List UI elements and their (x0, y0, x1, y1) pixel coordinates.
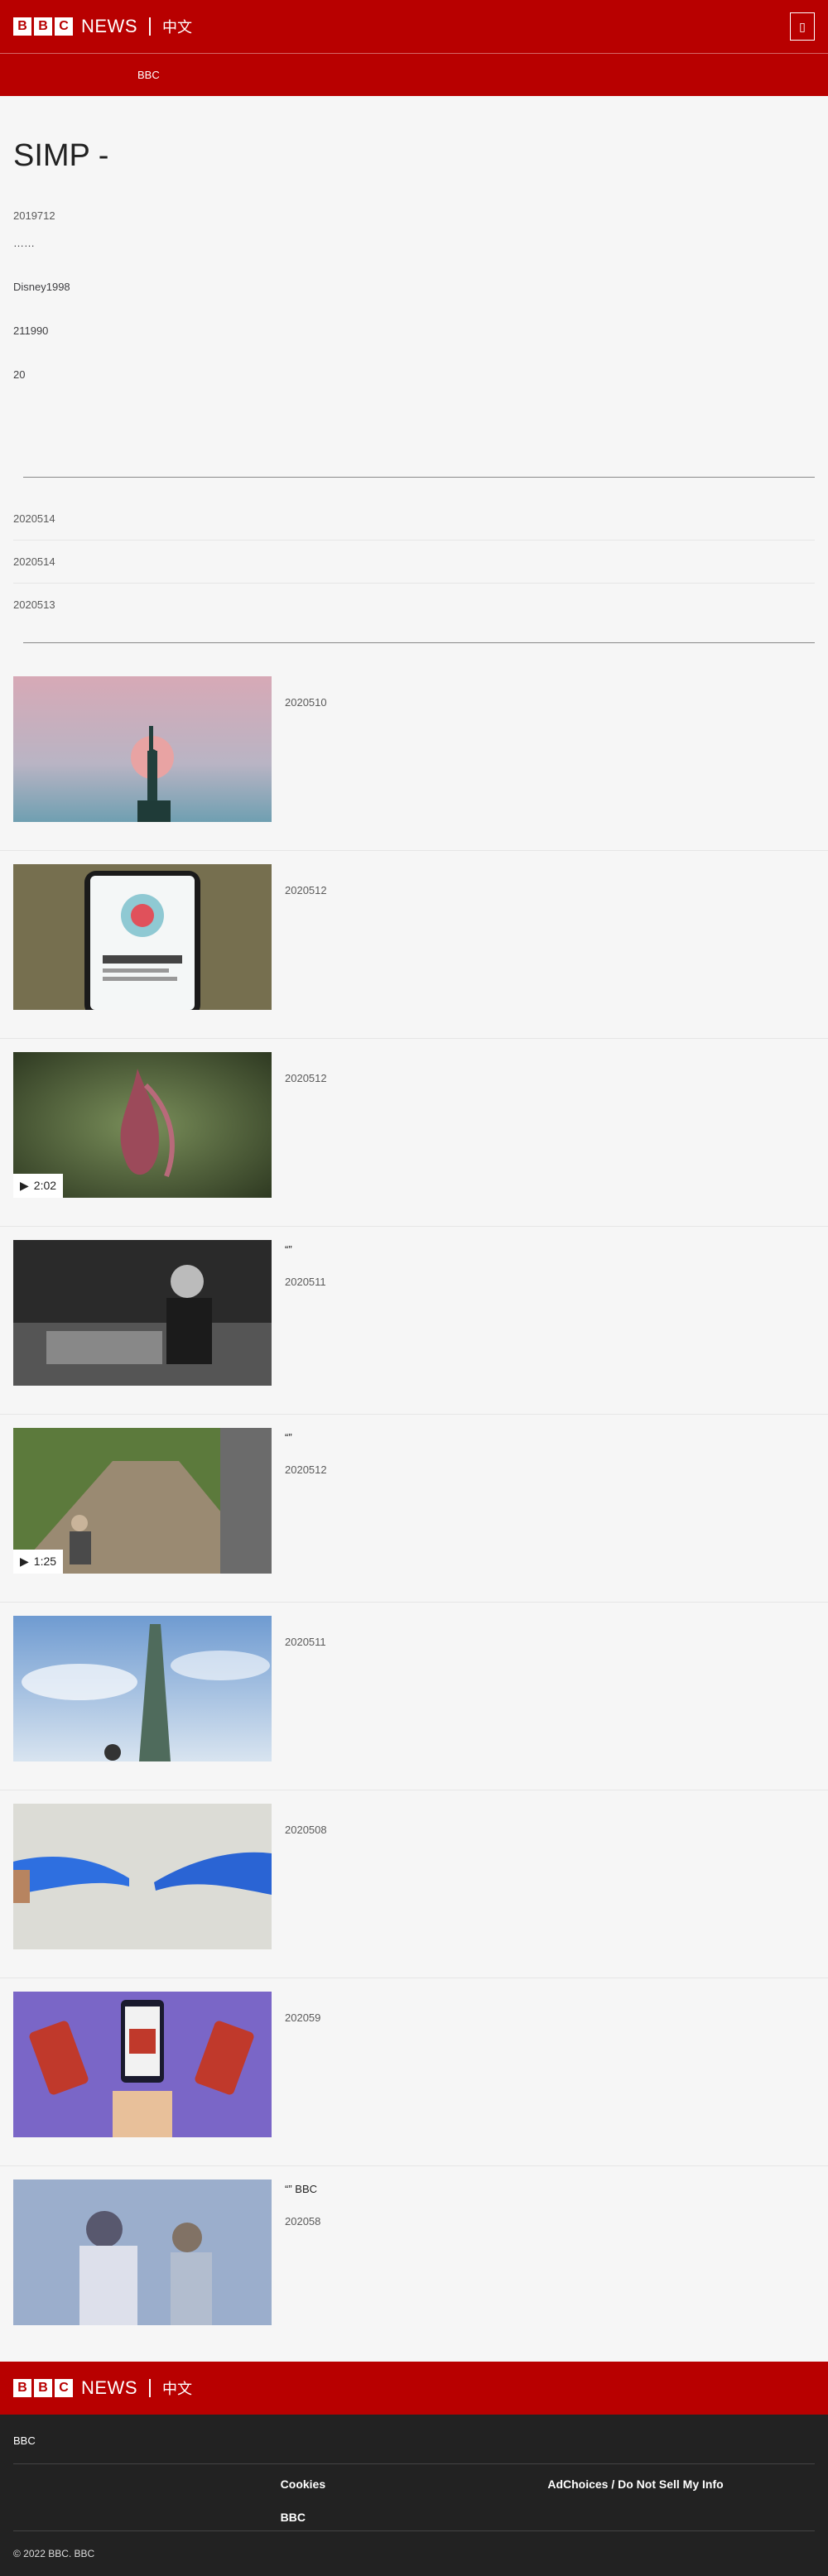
footer-link[interactable] (13, 2477, 281, 2491)
section-header (0, 626, 828, 663)
article-title: SIMP - (13, 138, 109, 173)
footer-link-adchoices[interactable]: AdChoices / Do Not Sell My Info (547, 2477, 815, 2491)
list-item-date: 2020514 (13, 512, 55, 525)
logo-letter: C (55, 2378, 73, 2397)
section-rule (23, 476, 815, 478)
video-duration-badge[interactable]: ▶ 1:25 (13, 1549, 64, 1574)
main-navigation: BBC (0, 53, 828, 96)
brand-divider (149, 17, 151, 36)
coronavirus-phone-image[interactable] (13, 863, 272, 1010)
footer-link[interactable] (13, 2511, 281, 2524)
footer-links: Cookies AdChoices / Do Not Sell My Info … (13, 2464, 815, 2531)
top-bar: B B C NEWS 中文 ▯ (0, 0, 828, 53)
brand-language: 中文 (162, 2380, 192, 2397)
footer-brand-bar: B B C NEWS 中文 (0, 2361, 828, 2415)
article-paragraph: 211990 (13, 324, 49, 337)
features-section: 2020510 2020512 ▶ 2:02 2020512 “” 202051… (0, 626, 828, 2353)
footer-link-about-bbc[interactable]: BBC (281, 2511, 548, 2524)
bbc-blocks-logo: B B C (13, 17, 73, 36)
feature-date: 202059 (285, 2011, 321, 2024)
crowd-blur-image[interactable] (13, 2179, 272, 2325)
feature-title[interactable]: “” (285, 1243, 326, 1256)
logo-letter: B (13, 2378, 31, 2397)
feature-card[interactable]: 202059 (0, 1978, 828, 2166)
feature-card[interactable]: 2020511 (0, 1603, 828, 1790)
nav-item[interactable]: BBC (137, 69, 160, 81)
video-duration: 1:25 (33, 1555, 57, 1569)
logo-letter: C (55, 17, 73, 36)
article: SIMP - 2019712 …… Disney1998 211990 20 (0, 96, 828, 444)
list-item-date: 2020513 (13, 598, 55, 611)
article-paragraph: …… (13, 237, 35, 250)
footer-link-cookies[interactable]: Cookies (281, 2477, 548, 2491)
feature-date: 2020508 (285, 1823, 327, 1836)
logo-letter: B (34, 2378, 52, 2397)
feature-card[interactable]: ▶ 2:02 2020512 (0, 1039, 828, 1227)
phones-illustration-image[interactable] (13, 1991, 272, 2137)
feature-card[interactable]: 2020510 (0, 663, 828, 851)
gloved-hands-image[interactable] (13, 1803, 272, 1949)
section-rule (23, 642, 815, 643)
bbc-news-logo[interactable]: B B C NEWS 中文 (13, 16, 192, 37)
feature-date: 2020512 (285, 883, 327, 896)
list-item[interactable]: 2020514 (13, 497, 815, 541)
motorcycle-road-image[interactable]: ▶ 1:25 (13, 1427, 272, 1574)
video-duration: 2:02 (33, 1179, 57, 1193)
feature-date: 2020511 (285, 1635, 326, 1648)
feature-date: 202058 (285, 2214, 321, 2228)
statue-of-liberty-image[interactable] (13, 675, 272, 822)
video-duration-badge[interactable]: ▶ 2:02 (13, 1173, 64, 1198)
feature-date: 2020512 (285, 1071, 327, 1084)
feature-card[interactable]: 2020508 (0, 1790, 828, 1978)
brand-divider (149, 2378, 151, 2397)
list-item[interactable]: 2020514 (13, 541, 815, 584)
article-paragraph: Disney1998 (13, 281, 70, 294)
feature-card[interactable]: 2020512 (0, 851, 828, 1039)
article-paragraph: 20 (13, 368, 26, 381)
footer: BBC Cookies AdChoices / Do Not Sell My I… (0, 2414, 828, 2576)
feature-title[interactable]: “” (285, 1431, 327, 1444)
list-item-date: 2020514 (13, 555, 55, 568)
feature-title[interactable]: “” BBC (285, 2183, 320, 2195)
list-item[interactable]: 2020513 (13, 584, 815, 626)
taipei-101-image[interactable] (13, 1615, 272, 1761)
play-icon: ▶ (20, 1554, 29, 1568)
logo-letter: B (13, 17, 31, 36)
plant-roots-image[interactable]: ▶ 2:02 (13, 1051, 272, 1198)
latest-news-section: 2020514 2020514 2020513 (0, 444, 828, 626)
play-icon: ▶ (20, 1178, 29, 1192)
article-date: 2019712 (13, 209, 55, 223)
feature-card[interactable]: ▶ 1:25 “” 2020512 (0, 1415, 828, 1603)
brand-news: NEWS (81, 16, 137, 36)
footer-link[interactable] (547, 2511, 815, 2524)
feature-card[interactable]: “” BBC 202058 (0, 2166, 828, 2353)
copyright: © 2022 BBC. BBC (13, 2547, 95, 2559)
feature-card[interactable]: “” 2020511 (0, 1227, 828, 1415)
section-header (0, 444, 828, 497)
brand-news: NEWS (81, 2377, 137, 2398)
feature-date: 2020512 (285, 1463, 327, 1476)
menu-icon: ▯ (799, 19, 806, 33)
menu-button[interactable]: ▯ (790, 12, 815, 41)
footer-bbc-news-logo[interactable]: B B C NEWS 中文 (13, 2377, 192, 2399)
logo-letter: B (34, 17, 52, 36)
feature-date: 2020510 (285, 695, 327, 709)
vintage-scientist-image[interactable] (13, 1239, 272, 1386)
footer-intro-link[interactable]: BBC (13, 2434, 815, 2464)
feature-date: 2020511 (285, 1275, 326, 1288)
bbc-blocks-logo: B B C (13, 2378, 73, 2397)
brand-language: 中文 (162, 19, 192, 36)
